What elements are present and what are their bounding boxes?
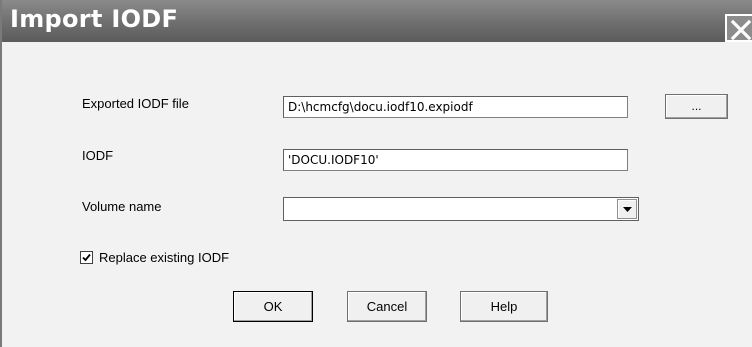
browse-button[interactable]: ...: [665, 94, 728, 119]
cancel-button[interactable]: Cancel: [347, 291, 427, 322]
iodf-field[interactable]: 'DOCU.IODF10': [283, 149, 628, 171]
import-iodf-dialog: Import IODF Exported IODF file D:\hcmcfg…: [0, 0, 752, 347]
replace-existing-checkbox[interactable]: [80, 251, 93, 264]
dialog-title: Import IODF: [10, 5, 179, 33]
volume-name-label: Volume name: [82, 199, 162, 214]
close-button[interactable]: [725, 14, 752, 42]
volume-name-select[interactable]: [283, 197, 639, 221]
ok-button[interactable]: OK: [233, 291, 313, 322]
exported-file-label: Exported IODF file: [82, 96, 189, 111]
exported-file-field[interactable]: D:\hcmcfg\docu.iodf10.expiodf: [283, 96, 628, 118]
volume-name-dropdown-button[interactable]: [617, 199, 637, 219]
replace-existing-label[interactable]: Replace existing IODF: [99, 250, 229, 265]
title-bar[interactable]: Import IODF: [2, 0, 752, 42]
help-button[interactable]: Help: [460, 291, 548, 322]
iodf-label: IODF: [82, 148, 114, 163]
